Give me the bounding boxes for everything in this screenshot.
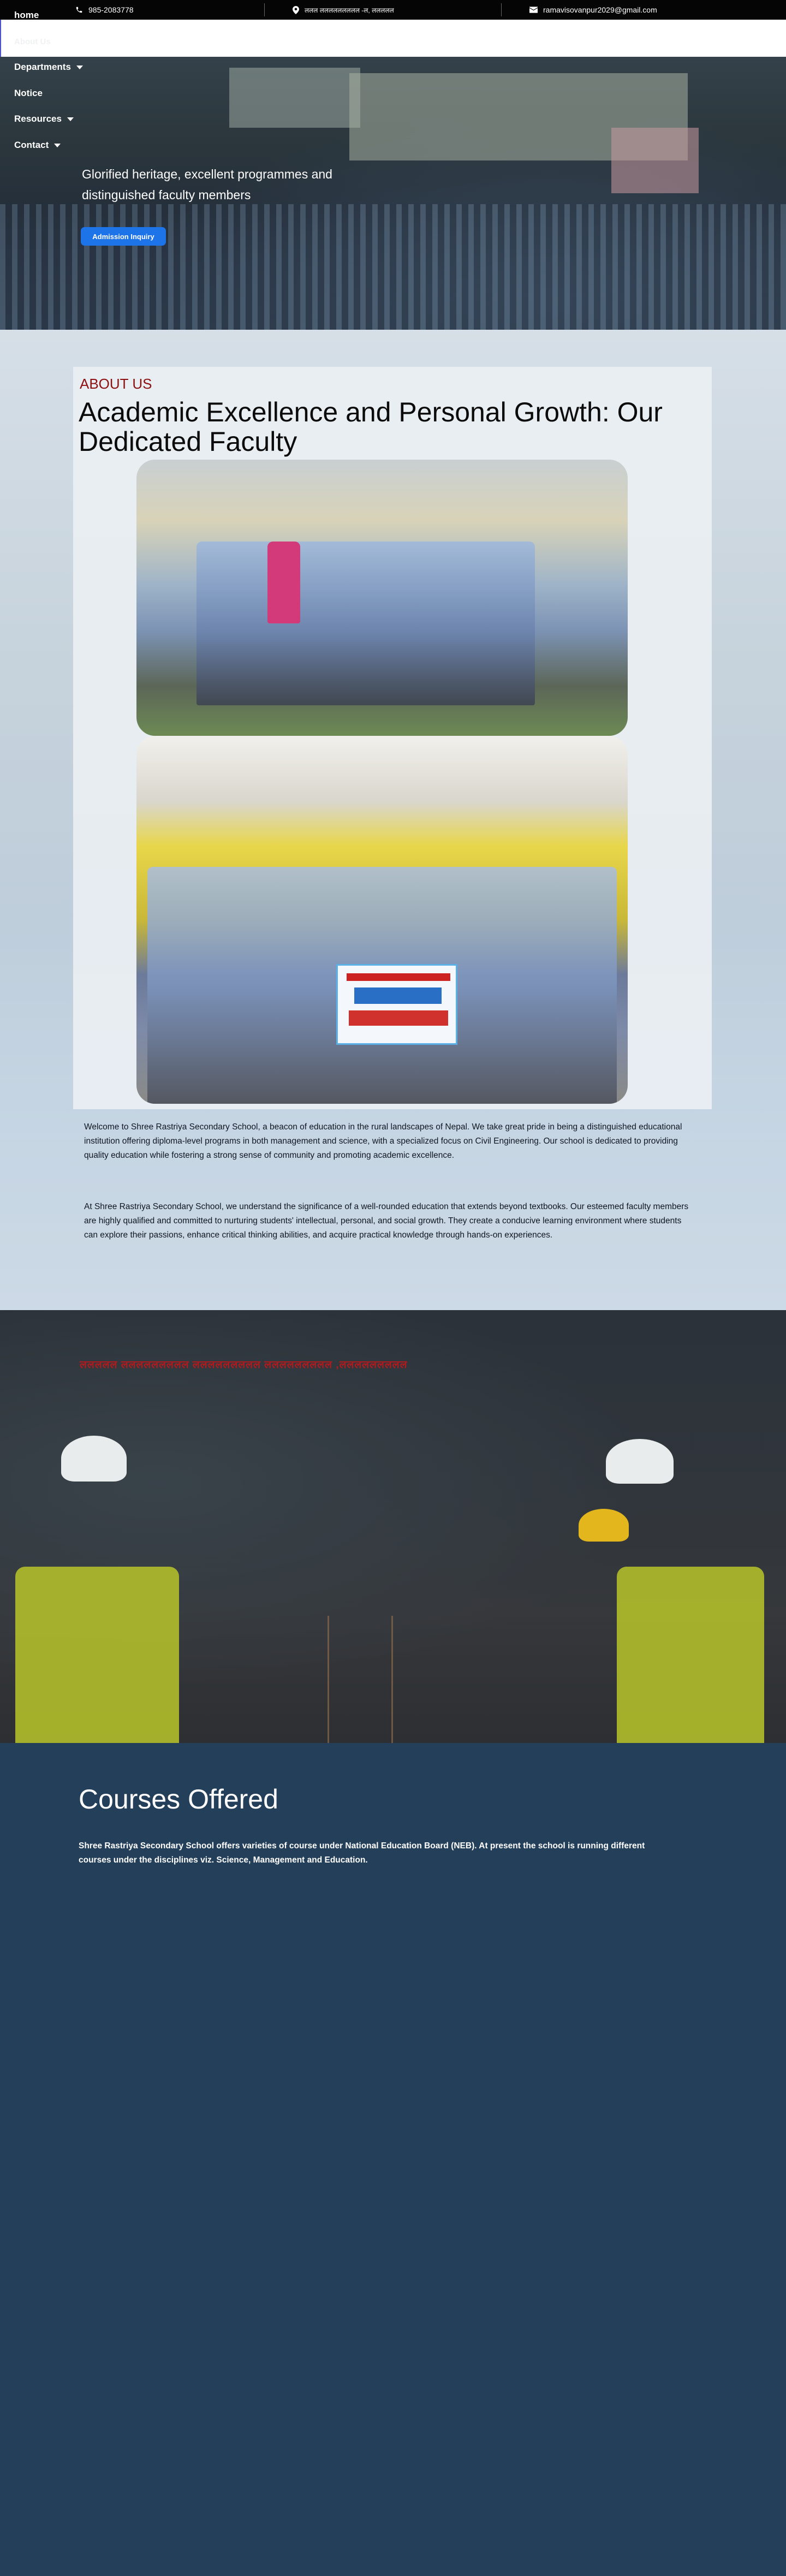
about-eyebrow: ABOUT US <box>80 376 152 392</box>
nav-home[interactable]: home <box>14 10 39 21</box>
header-strip <box>0 20 786 57</box>
address-text: ललल ललललललललल -ल, ललललल <box>305 6 394 14</box>
location-pin-icon <box>293 5 299 14</box>
hero-tagline: Glorified heritage, excellent programmes… <box>82 167 332 202</box>
address-contact: ललल ललललललललल -ल, ललललल <box>293 0 394 20</box>
phone-contact[interactable]: 985-2083778 <box>75 0 134 20</box>
email-icon <box>529 7 538 13</box>
school-building <box>229 68 360 128</box>
caret-down-icon <box>76 65 83 69</box>
nav-contact[interactable]: Contact <box>14 140 61 151</box>
program-banner <box>336 964 457 1045</box>
nav-about-label: About Us <box>14 37 51 46</box>
banner-stripe <box>349 1010 448 1026</box>
faculty-members <box>196 542 535 705</box>
program-group-photo <box>136 736 628 1104</box>
nav-departments-label: Departments <box>14 62 71 72</box>
nav-notice-label: Notice <box>14 88 43 98</box>
about-paragraph: At Shree Rastriya Secondary School, we u… <box>84 1202 689 1240</box>
nav-resources[interactable]: Resources <box>14 114 74 124</box>
top-contact-bar: 985-2083778 ललल ललललललललल -ल, ललललल rama… <box>0 0 786 20</box>
phone-number: 985-2083778 <box>88 5 134 14</box>
courses-title: Courses Offered <box>79 1784 278 1814</box>
email-contact[interactable]: ramavisovanpur2029@gmail.com <box>529 0 657 20</box>
email-address: ramavisovanpur2029@gmail.com <box>543 5 657 14</box>
nav-contact-label: Contact <box>14 140 49 150</box>
engineer-figure <box>617 1567 764 1743</box>
topbar-divider <box>501 3 502 16</box>
engineering-heading: ललललल ललललललललल ललललललललल ललललललललल ,ललल… <box>80 1359 408 1371</box>
courses-description: Shree Rastriya Secondary School offers v… <box>79 1841 645 1865</box>
student-assembly <box>0 204 786 330</box>
hero-banner: Glorified heritage, excellent programmes… <box>0 57 786 330</box>
nav-resources-label: Resources <box>14 114 62 124</box>
about-title: Academic Excellence and Personal Growth:… <box>79 397 663 457</box>
nav-departments[interactable]: Departments <box>14 62 83 73</box>
faculty-group-photo <box>136 460 628 736</box>
banner-stripe <box>354 987 442 1004</box>
school-building <box>611 128 699 193</box>
phone-icon <box>75 6 83 14</box>
topbar-divider <box>264 3 265 16</box>
helmet <box>579 1509 629 1542</box>
helmet <box>606 1439 674 1484</box>
survey-tripod <box>327 1616 393 1743</box>
nav-home-label: home <box>14 10 39 20</box>
admission-inquiry-button[interactable]: Admission Inquiry <box>81 227 166 246</box>
nav-notice[interactable]: Notice <box>14 88 43 99</box>
nav-about[interactable]: About Us <box>14 37 51 46</box>
helmet <box>61 1436 127 1482</box>
engineering-banner: ललललल ललललललललल ललललललललल ललललललललल ,ललल… <box>0 1310 786 1743</box>
caret-down-icon <box>54 143 61 147</box>
faculty-member <box>267 542 300 623</box>
caret-down-icon <box>67 117 74 121</box>
about-paragraph: Welcome to Shree Rastriya Secondary Scho… <box>84 1122 682 1160</box>
banner-stripe <box>347 973 450 981</box>
engineer-figure <box>15 1567 179 1743</box>
courses-section: Courses Offered Shree Rastriya Secondary… <box>0 1743 786 2576</box>
